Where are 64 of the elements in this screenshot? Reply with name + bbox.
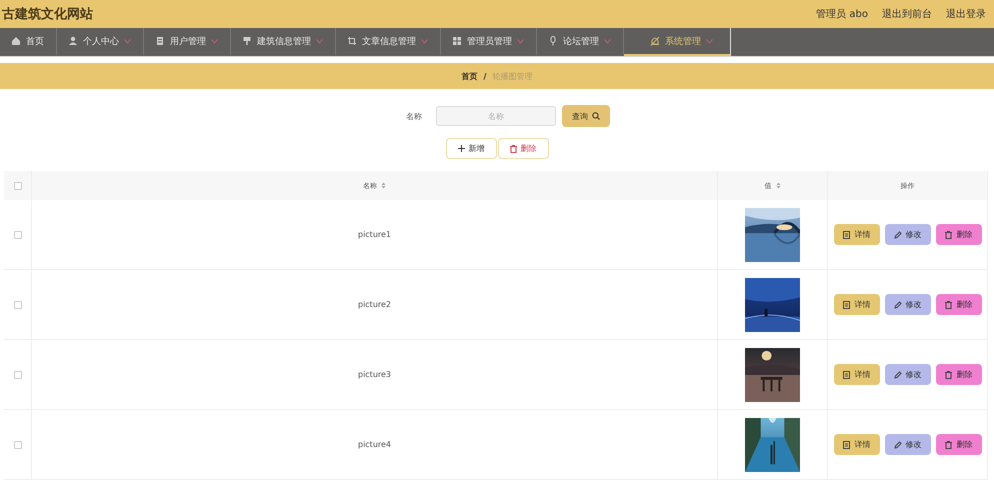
search-icon (592, 112, 600, 120)
edit-button[interactable]: 修改 (884, 294, 930, 315)
table-cell: picture1 (358, 230, 392, 239)
nav-tab[interactable]: 个人中心 (57, 28, 144, 56)
table-cell: picture4 (358, 440, 392, 449)
edit-button[interactable]: 修改 (884, 364, 930, 385)
edit-button[interactable]: 修改 (884, 224, 930, 245)
trash-icon (944, 440, 952, 448)
table-cell: picture2 (358, 300, 392, 309)
nav-tab[interactable]: 管理员管理 (441, 28, 537, 56)
crop-icon (347, 36, 357, 46)
detail-button[interactable]: 详情 (834, 224, 880, 245)
doc-icon (842, 440, 850, 448)
nav-tab[interactable]: 论坛管理 (537, 28, 624, 56)
search-button[interactable]: 查询 (562, 105, 610, 127)
trash-icon (944, 300, 952, 308)
breadcrumb-item: 轮播图管理 (492, 70, 532, 82)
trash-icon (944, 370, 952, 378)
delete-button[interactable]: 删除 (936, 294, 982, 315)
pencil-icon (894, 440, 902, 448)
field-label: 名称 (406, 110, 422, 122)
doc-icon (842, 370, 850, 378)
edit-button[interactable]: 修改 (884, 434, 930, 455)
row-checkbox[interactable] (14, 230, 22, 238)
header-link[interactable]: 管理员 abo (816, 7, 868, 21)
user-icon (68, 36, 78, 46)
doc-icon (842, 230, 850, 238)
plus-icon (458, 145, 464, 152)
trash-icon (510, 144, 516, 152)
select-all-checkbox[interactable] (14, 182, 22, 190)
row-checkbox[interactable] (14, 440, 22, 448)
doc-icon (842, 300, 850, 308)
grid-icon (452, 36, 462, 46)
nav-tab[interactable]: 建筑信息管理 (231, 28, 336, 56)
search-field[interactable]: 名称 (436, 106, 556, 126)
nav-tab[interactable]: 用户管理 (144, 28, 231, 56)
row-checkbox[interactable] (14, 370, 22, 378)
delete-button[interactable]: 删除 (498, 138, 548, 159)
clipboard-icon (155, 36, 165, 46)
detail-button[interactable]: 详情 (834, 434, 880, 455)
nav-tab[interactable]: 文章信息管理 (336, 28, 441, 56)
home-icon (11, 36, 21, 46)
nav-tab[interactable]: 首页 (0, 28, 57, 56)
delete-button[interactable]: 删除 (936, 364, 982, 385)
breadcrumb-item[interactable]: 首页 (462, 70, 478, 82)
header-link[interactable]: 退出到前台 (882, 7, 932, 21)
row-checkbox[interactable] (14, 300, 22, 308)
bell-icon (650, 36, 660, 46)
breadcrumb-separator: / (484, 72, 486, 80)
delete-button[interactable]: 删除 (936, 224, 982, 245)
detail-button[interactable]: 详情 (834, 294, 880, 315)
microphone-icon (548, 36, 558, 46)
pencil-icon (894, 300, 902, 308)
site-title: 古建筑文化网站 (2, 6, 93, 23)
detail-button[interactable]: 详情 (834, 364, 880, 385)
signpost-icon (242, 36, 252, 46)
nav-tab[interactable]: 系统管理 (624, 28, 731, 56)
pencil-icon (894, 370, 902, 378)
trash-icon (944, 230, 952, 238)
add-button[interactable]: 新增 (446, 138, 496, 159)
pencil-icon (894, 230, 902, 238)
table-cell: picture3 (358, 370, 392, 379)
delete-button[interactable]: 删除 (936, 434, 982, 455)
header-link[interactable]: 退出登录 (946, 7, 986, 21)
